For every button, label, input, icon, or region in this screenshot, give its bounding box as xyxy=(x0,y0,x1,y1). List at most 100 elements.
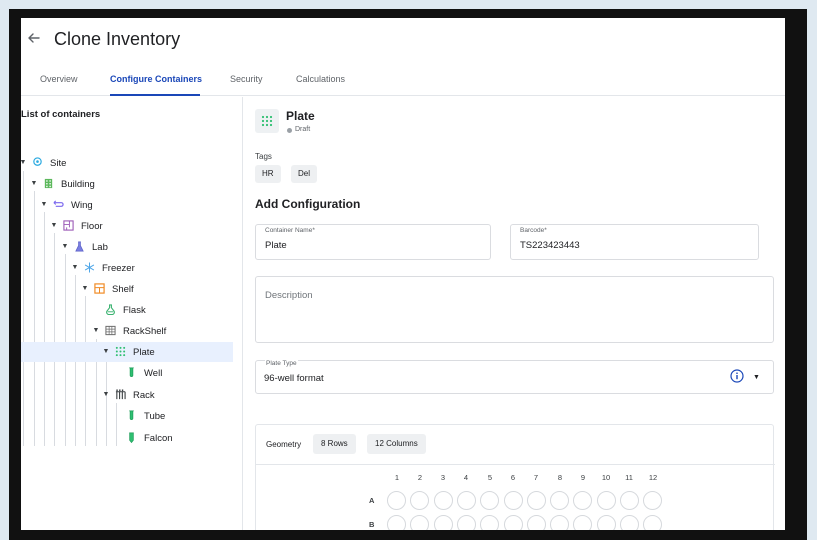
container-list-title: List of containers xyxy=(21,109,101,120)
tree-item-label: Building xyxy=(61,178,95,190)
chevron-down-icon[interactable]: ▼ xyxy=(753,374,760,381)
tree-item-label: Plate xyxy=(133,346,155,358)
tree-item-wing[interactable]: ▼ Wing xyxy=(21,195,233,215)
caret-down-icon[interactable]: ▼ xyxy=(71,264,79,272)
caret-down-icon[interactable]: ▼ xyxy=(30,180,38,188)
plate-well[interactable] xyxy=(433,491,453,510)
plate-well[interactable] xyxy=(433,515,453,530)
plate-well[interactable] xyxy=(620,491,639,510)
row-letter: B xyxy=(369,520,375,529)
description-field[interactable]: Description xyxy=(255,276,774,343)
tree-item-label: Falcon xyxy=(144,432,173,444)
building-icon xyxy=(44,178,53,189)
tree-item-label: Site xyxy=(50,157,67,169)
tree-item-label: Shelf xyxy=(112,283,134,295)
tree-item-label: Freezer xyxy=(102,262,135,274)
tab-calculations[interactable]: Calculations xyxy=(296,74,345,84)
container-tree-panel: List of containers ▼ Site ▼ Building ▼ W… xyxy=(21,97,243,530)
tab-security[interactable]: Security xyxy=(230,74,263,84)
plate-well[interactable] xyxy=(596,515,616,530)
rows-chip[interactable]: 8 Rows xyxy=(313,434,356,454)
plate-well[interactable] xyxy=(456,491,476,510)
tube-icon xyxy=(129,410,134,420)
caret-down-icon[interactable]: ▼ xyxy=(102,391,110,399)
plate-well[interactable] xyxy=(596,491,616,510)
geometry-panel: Geometry 8 Rows 12 Columns 1 2 3 4 5 6 7… xyxy=(255,424,775,530)
flask-icon xyxy=(106,304,115,315)
plate-well[interactable] xyxy=(410,491,430,510)
tags-label: Tags xyxy=(255,152,272,161)
container-config-panel: Plate Draft Tags HR Del Add Configuratio… xyxy=(244,97,785,530)
column-number: 2 xyxy=(417,473,423,482)
tag-chip[interactable]: HR xyxy=(255,165,281,183)
plate-well[interactable] xyxy=(573,491,593,510)
status-dot-icon xyxy=(287,128,292,133)
tree-item-falcon[interactable]: Falcon xyxy=(21,428,233,448)
field-value: 96-well format xyxy=(264,373,324,384)
plate-well[interactable] xyxy=(480,515,500,530)
tree-item-label: Well xyxy=(144,367,163,379)
tree-item-flask[interactable]: Flask xyxy=(21,300,233,320)
plate-well[interactable] xyxy=(410,515,430,530)
plate-type-select[interactable]: Plate Type 96-well format xyxy=(255,360,774,394)
barcode-field[interactable]: Barcode* TS223423443 xyxy=(510,224,759,260)
tree-item-site[interactable]: ▼ Site xyxy=(21,153,233,173)
plate-well[interactable] xyxy=(456,515,476,530)
tab-overview[interactable]: Overview xyxy=(40,74,78,84)
caret-down-icon[interactable]: ▼ xyxy=(21,159,27,167)
caret-down-icon[interactable]: ▼ xyxy=(81,285,89,293)
rack-icon xyxy=(115,389,126,400)
tree-item-label: Floor xyxy=(81,220,103,232)
info-icon[interactable] xyxy=(730,369,744,383)
shelf-icon xyxy=(94,283,105,294)
location-pin-icon xyxy=(33,157,42,166)
caret-down-icon[interactable]: ▼ xyxy=(61,243,69,251)
plate-well[interactable] xyxy=(643,515,663,530)
caret-down-icon[interactable]: ▼ xyxy=(92,327,100,335)
tube-icon xyxy=(129,367,134,377)
container-name-field[interactable]: Container Name* Plate xyxy=(255,224,491,260)
field-label: Container Name* xyxy=(265,227,315,234)
plate-well[interactable] xyxy=(550,491,570,510)
snowflake-icon xyxy=(84,262,95,273)
plate-well[interactable] xyxy=(503,515,523,530)
column-number: 7 xyxy=(533,473,539,482)
plate-well[interactable] xyxy=(387,515,406,530)
tree-item-label: Lab xyxy=(92,241,108,253)
tree-item-freezer[interactable]: ▼ Freezer xyxy=(21,258,233,278)
plate-well[interactable] xyxy=(526,491,546,510)
caret-down-icon[interactable]: ▼ xyxy=(40,201,48,209)
tree-item-label: RackShelf xyxy=(123,325,167,337)
tab-configure-containers[interactable]: Configure Containers xyxy=(110,74,202,84)
tree-item-rack[interactable]: ▼ Rack xyxy=(21,385,233,405)
tree-item-rackshelf[interactable]: ▼ RackShelf xyxy=(21,321,233,341)
back-arrow-icon[interactable] xyxy=(26,30,42,46)
plate-well[interactable] xyxy=(573,515,593,530)
tree-item-tube[interactable]: Tube xyxy=(21,406,233,426)
tag-chip[interactable]: Del xyxy=(291,165,318,183)
falcon-icon xyxy=(129,432,134,443)
tree-item-well[interactable]: Well xyxy=(21,363,233,383)
plate-well[interactable] xyxy=(550,515,570,530)
container-type-badge xyxy=(255,109,279,133)
plate-well[interactable] xyxy=(526,515,546,530)
caret-down-icon[interactable]: ▼ xyxy=(50,222,58,230)
tree-item-lab[interactable]: ▼ Lab xyxy=(21,237,233,257)
tree-item-shelf[interactable]: ▼ Shelf xyxy=(21,279,233,299)
plate-well[interactable] xyxy=(387,491,406,510)
plate-well[interactable] xyxy=(620,515,639,530)
tree-item-label: Tube xyxy=(144,410,166,422)
plate-well[interactable] xyxy=(480,491,500,510)
field-value: Plate xyxy=(265,240,287,251)
caret-down-icon[interactable]: ▼ xyxy=(102,348,110,356)
column-number: 9 xyxy=(580,473,586,482)
columns-chip[interactable]: 12 Columns xyxy=(367,434,426,454)
tree-item-floor[interactable]: ▼ Floor xyxy=(21,216,233,236)
column-number: 6 xyxy=(510,473,516,482)
floor-icon xyxy=(63,220,74,231)
plate-well[interactable] xyxy=(643,491,663,510)
tree-item-building[interactable]: ▼ Building xyxy=(21,174,233,194)
geometry-label: Geometry xyxy=(266,440,302,449)
plate-well[interactable] xyxy=(503,491,523,510)
tree-item-plate[interactable]: ▼ Plate xyxy=(21,342,233,362)
